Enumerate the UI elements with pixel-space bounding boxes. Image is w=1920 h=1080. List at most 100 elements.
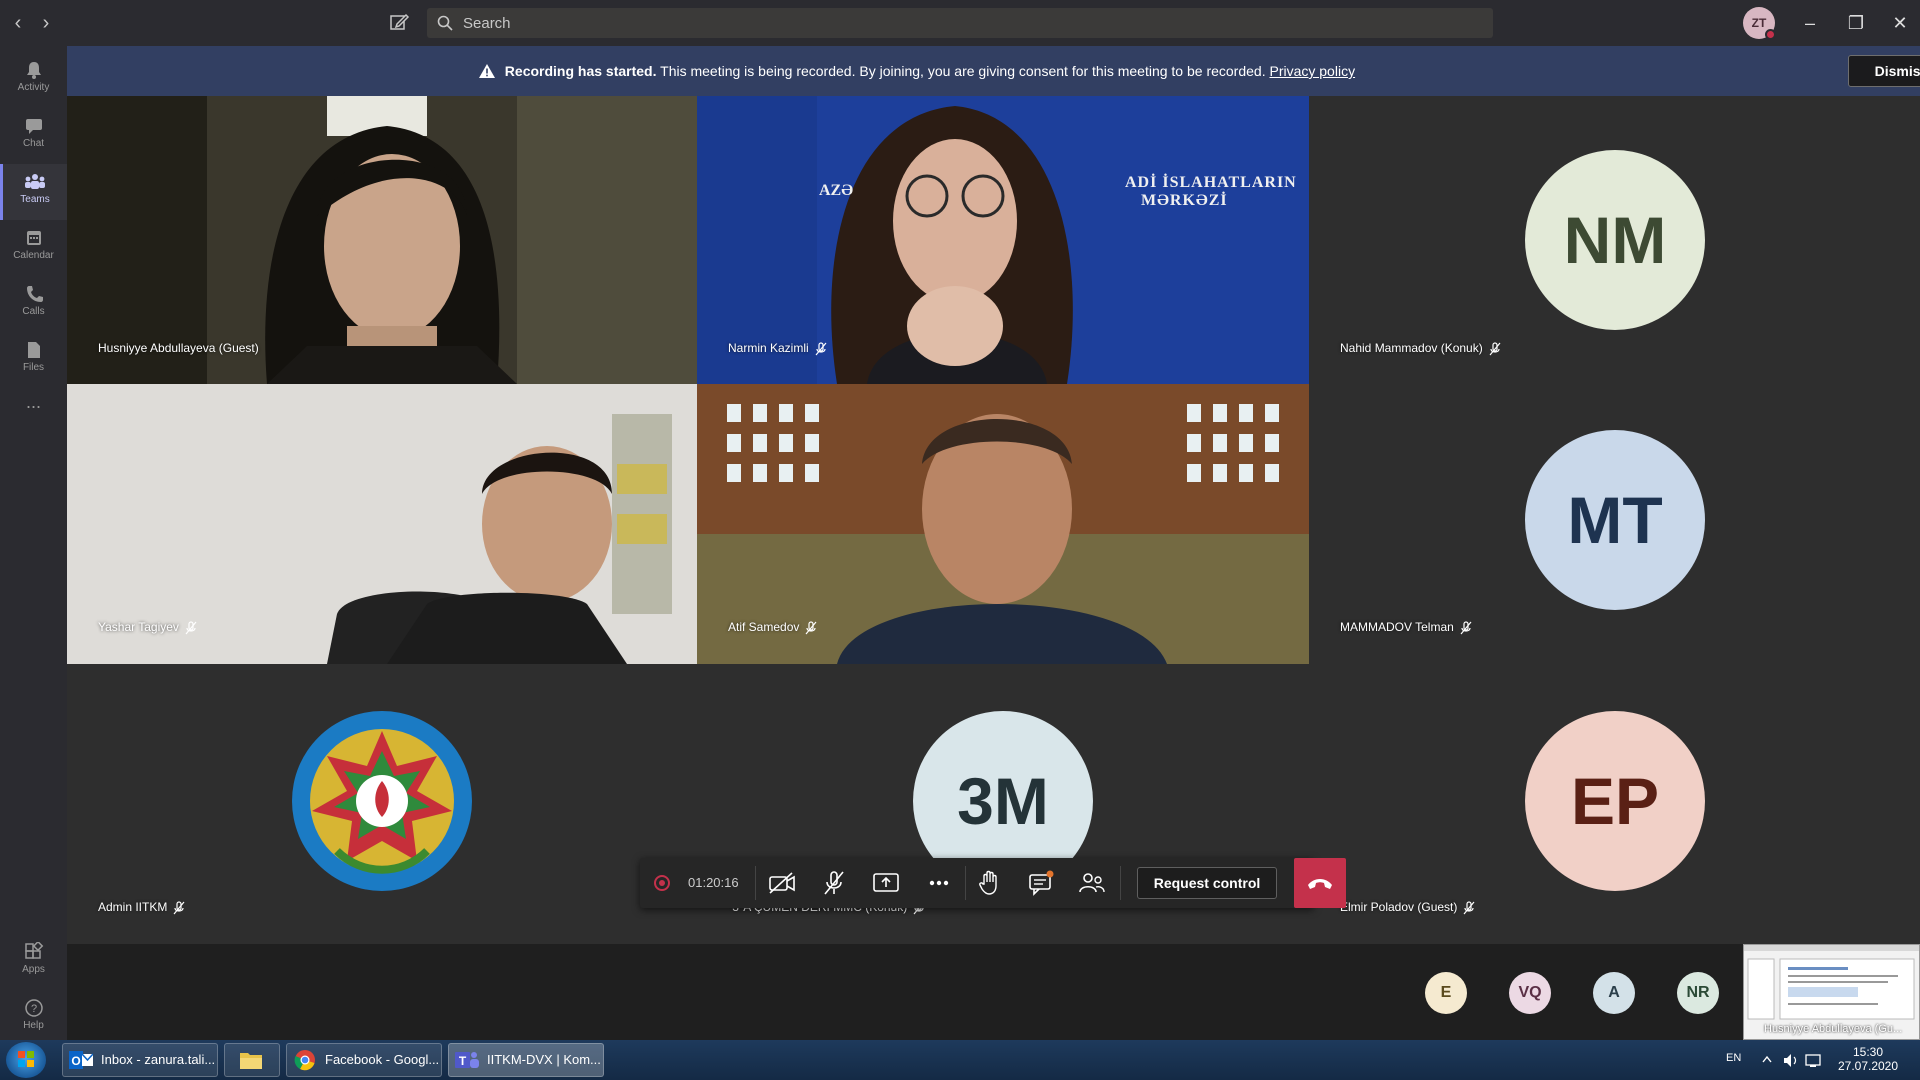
taskbar-outlook[interactable]: O Inbox - zanura.tali... [62, 1043, 218, 1077]
overflow-participant-avatar[interactable]: E [1425, 972, 1467, 1014]
user-initials: ZT [1751, 16, 1767, 30]
video-tile[interactable]: ADİ İSLAHATLARIN MƏRKƏZİ AZƏ Narmin Kazi… [697, 96, 1309, 384]
rail-label: Calendar [13, 250, 54, 261]
taskbar-chrome[interactable]: Facebook - Googl... [286, 1043, 442, 1077]
participant-name: Husniyye Abdullayeva (Guest) [98, 341, 259, 355]
dismiss-button[interactable]: Dismiss [1848, 55, 1920, 87]
rail-label: Help [23, 1020, 44, 1031]
language-indicator[interactable]: EN [1726, 1040, 1741, 1080]
start-button[interactable] [6, 1042, 46, 1078]
clock-date: 27.07.2020 [1837, 1059, 1899, 1073]
request-control-button[interactable]: Request control [1137, 867, 1277, 899]
mute-button[interactable] [818, 868, 850, 898]
raise-hand-button[interactable] [974, 868, 1006, 898]
windows-taskbar: O Inbox - zanura.tali... Facebook - Goog… [0, 1040, 1920, 1080]
participant-name: Elmir Poladov (Guest) [1340, 900, 1475, 915]
hand-icon [979, 870, 997, 895]
apps-icon [24, 942, 43, 959]
participant-name: Admin IITKM [98, 900, 185, 915]
call-timer: 01:20:16 [688, 875, 739, 890]
participant-initials-avatar: NM [1525, 150, 1705, 330]
video-tile[interactable]: Atif Samedov [697, 384, 1309, 664]
clock-time: 15:30 [1852, 1045, 1884, 1059]
video-tile[interactable]: Yashar Tagiyev [67, 384, 697, 664]
task-label: IITKM-DVX | Kom... [487, 1052, 601, 1067]
rail-item-apps[interactable]: Apps [0, 934, 67, 990]
task-label: Facebook - Googl... [325, 1052, 440, 1067]
chat-bubble-icon [1029, 870, 1054, 896]
mic-muted-icon [815, 342, 827, 356]
participant-initials-avatar: EP [1525, 711, 1705, 891]
mic-muted-icon [805, 621, 817, 635]
privacy-policy-link[interactable]: Privacy policy [1269, 63, 1355, 79]
help-icon: ? [24, 999, 43, 1017]
recording-banner: Recording has started. This meeting is b… [67, 46, 1920, 96]
participant-name-text: Husniyye Abdullayeva (Guest) [98, 341, 259, 355]
rail-label: Apps [22, 964, 45, 975]
camera-off-button[interactable] [766, 868, 798, 898]
rail-item-chat[interactable]: Chat [0, 108, 67, 164]
search-input[interactable] [457, 8, 1477, 38]
overflow-participant-avatar[interactable]: NR [1677, 972, 1719, 1014]
minimize-icon[interactable]: – [1790, 8, 1830, 38]
taskbar-teams[interactable]: T IITKM-DVX | Kom... [448, 1043, 604, 1077]
forward-arrow-icon[interactable]: › [34, 11, 58, 35]
teams-icon [25, 174, 45, 189]
more-actions-button[interactable] [923, 868, 955, 898]
hang-up-button[interactable] [1294, 858, 1346, 908]
backdrop-text: ADİ İSLAHATLARIN MƏRKƏZİ [1125, 174, 1297, 210]
back-arrow-icon[interactable]: ‹ [6, 11, 30, 35]
participant-name: MAMMADOV Telman [1340, 620, 1472, 635]
backdrop-line: ADİ İSLAHATLARIN [1125, 174, 1297, 191]
avatar-tile[interactable]: EP Elmir Poladov (Guest) [1309, 664, 1920, 944]
participant-name-text: Nahid Mammadov (Konuk) [1340, 341, 1483, 355]
participant-initials-avatar: MT [1525, 430, 1705, 610]
rail-item-calendar[interactable]: Calendar [0, 220, 67, 276]
backdrop-text-left: AZƏ [819, 182, 854, 199]
participant-name-text: Admin IITKM [98, 900, 168, 914]
participant-name: Atif Samedov [728, 620, 817, 635]
presence-busy-icon [1765, 29, 1776, 40]
taskbar-explorer[interactable] [224, 1043, 280, 1077]
avatar-tile[interactable]: Admin IITKM [67, 664, 697, 944]
title-bar: ‹ › ZT – ❐ ✕ [0, 0, 1920, 46]
overflow-participant-avatar[interactable]: VQ [1509, 972, 1551, 1014]
thumbnail-caption: Husniyye Abdullayeva (Gu... [1764, 1023, 1903, 1035]
mic-muted-icon [1463, 901, 1475, 915]
show-participants-button[interactable] [1076, 868, 1108, 898]
clock[interactable]: 15:30 27.07.2020 [1830, 1040, 1906, 1080]
avatar-tile[interactable]: MT MAMMADOV Telman [1309, 384, 1920, 664]
rail-item-calls[interactable]: Calls [0, 276, 67, 332]
rail-item-activity[interactable]: Activity [0, 52, 67, 108]
show-conversation-button[interactable] [1025, 868, 1057, 898]
shared-screen-thumbnail[interactable]: Husniyye Abdullayeva (Gu... [1743, 944, 1920, 1040]
user-avatar[interactable]: ZT [1743, 7, 1776, 40]
restore-icon[interactable]: ❐ [1836, 8, 1876, 38]
share-icon [873, 873, 899, 892]
participants-icon [1079, 873, 1105, 893]
more-apps-ellipsis[interactable]: ... [0, 392, 67, 448]
chat-icon [25, 119, 42, 134]
recording-message: Recording has started. This meeting is b… [67, 46, 1767, 96]
mic-muted-icon [1489, 342, 1501, 356]
search-box[interactable] [427, 8, 1493, 38]
new-chat-compose-icon[interactable] [388, 11, 412, 35]
meeting-stage: Husniyye Abdullayeva (Guest) ADİ İSLAHAT… [67, 96, 1920, 944]
share-screen-button[interactable] [870, 868, 902, 898]
divider [1120, 866, 1121, 900]
overflow-participant-avatar[interactable]: A [1593, 972, 1635, 1014]
svg-text:?: ? [30, 1003, 36, 1015]
participant-name-text: Yashar Tagiyev [98, 620, 179, 634]
rail-item-help[interactable]: ? Help [0, 990, 67, 1046]
rail-item-teams[interactable]: Teams [0, 164, 67, 220]
avatar-tile[interactable]: NM Nahid Mammadov (Konuk) [1309, 96, 1920, 384]
rail-item-files[interactable]: Files [0, 332, 67, 388]
camera-off-icon [769, 872, 795, 894]
rail-label: Activity [17, 82, 50, 93]
task-label: Inbox - zanura.tali... [101, 1052, 216, 1067]
warning-icon [478, 64, 495, 78]
video-tile[interactable]: Husniyye Abdullayeva (Guest) [67, 96, 697, 384]
file-icon [27, 342, 40, 358]
divider [965, 866, 966, 900]
close-icon[interactable]: ✕ [1880, 8, 1920, 38]
